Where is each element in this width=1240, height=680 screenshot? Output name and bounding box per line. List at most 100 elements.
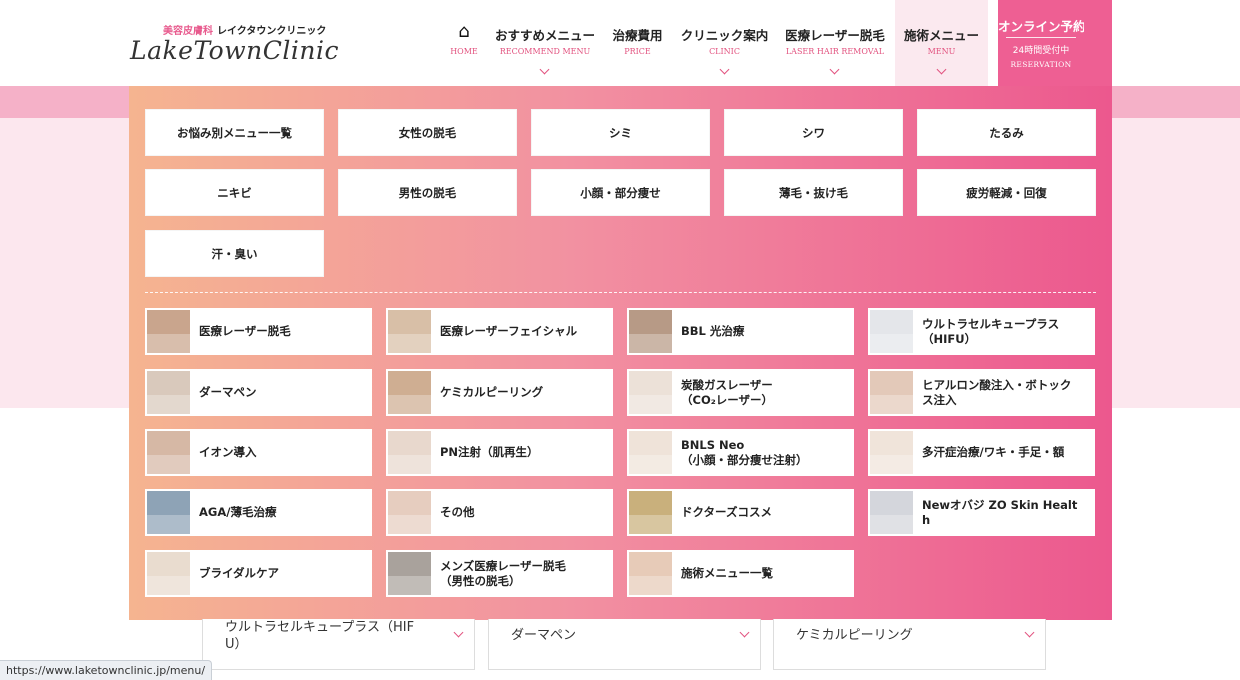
- treatment-label: BBL 光治療: [681, 324, 745, 338]
- category-button[interactable]: たるみ: [917, 109, 1096, 156]
- treatment-label: メンズ医療レーザー脱毛 （男性の脱毛）: [440, 558, 567, 588]
- treatment-card[interactable]: ウルトラセルキュープラス （HIFU）: [868, 308, 1095, 355]
- home-icon: ⌂: [458, 21, 470, 42]
- treatment-card[interactable]: 施術メニュー一覧: [627, 550, 854, 597]
- menu-divider: [145, 292, 1096, 293]
- treatment-card[interactable]: イオン導入: [145, 429, 372, 476]
- treatment-label: Newオバジ ZO Skin Healt h: [922, 497, 1078, 527]
- category-button[interactable]: お悩み別メニュー一覧: [145, 109, 324, 156]
- reservation-divider: [1006, 37, 1076, 38]
- treatment-label: その他: [440, 505, 475, 519]
- treatment-thumbnail: [388, 491, 431, 534]
- treatment-card[interactable]: ヒアルロン酸注入・ボトック ス注入: [868, 369, 1095, 416]
- nav-recommend-menu-en: RECOMMEND MENU: [499, 47, 591, 56]
- category-button[interactable]: ニキビ: [145, 169, 324, 216]
- category-button[interactable]: 汗・臭い: [145, 230, 324, 277]
- treatment-card[interactable]: BNLS Neo （小顔・部分痩せ注射）: [627, 429, 854, 476]
- nav-clinic[interactable]: クリニック案内 CLINIC: [677, 0, 772, 86]
- treatment-label: ブライダルケア: [199, 566, 280, 580]
- category-button[interactable]: シワ: [724, 109, 903, 156]
- treatment-label: AGA/薄毛治療: [199, 505, 277, 519]
- reservation-en: RESERVATION: [1010, 60, 1072, 69]
- nav-recommend-menu-label: おすすめメニュー: [494, 28, 595, 43]
- chevron-down-icon: [1024, 627, 1035, 638]
- section-dropdown-label: ケミカルピーリング: [796, 628, 913, 643]
- section-dropdown[interactable]: ウルトラセルキュープラス（HIF U）: [202, 619, 475, 670]
- category-button[interactable]: 男性の脱毛: [338, 169, 517, 216]
- chevron-down-icon: [936, 64, 946, 75]
- logo-subtitle[interactable]: 美容皮膚科 レイクタウンクリニック: [163, 22, 326, 37]
- treatment-thumbnail: [147, 552, 190, 595]
- treatment-card[interactable]: PN注射（肌再生）: [386, 429, 613, 476]
- page: 美容皮膚科 レイクタウンクリニック LakeTownClinic ⌂ HOME お…: [0, 0, 1240, 680]
- category-button[interactable]: 薄毛・抜け毛: [724, 169, 903, 216]
- nav-price-en: PRICE: [624, 47, 651, 56]
- nav-menu[interactable]: 施術メニュー MENU: [895, 0, 988, 86]
- treatment-thumbnail: [147, 310, 190, 353]
- chevron-down-icon: [453, 627, 464, 638]
- treatment-card[interactable]: メンズ医療レーザー脱毛 （男性の脱毛）: [386, 550, 613, 597]
- category-button[interactable]: シミ: [531, 109, 710, 156]
- nav-clinic-en: CLINIC: [709, 47, 740, 56]
- treatment-label: ケミカルピーリング: [440, 385, 544, 399]
- treatment-card[interactable]: ケミカルピーリング: [386, 369, 613, 416]
- nav-clinic-label: クリニック案内: [680, 28, 769, 43]
- mega-menu: お悩み別メニュー一覧 女性の脱毛 シミ シワ たるみニキビ 男性の脱毛 小顔・部分痩せ 薄毛・…: [129, 86, 1112, 620]
- site-logo[interactable]: LakeTownClinic: [130, 36, 339, 65]
- treatment-label: BNLS Neo （小顔・部分痩せ注射）: [681, 437, 808, 467]
- treatment-card[interactable]: 医療レーザーフェイシャル: [386, 308, 613, 355]
- treatment-thumbnail: [388, 371, 431, 414]
- nav-home-en: HOME: [450, 47, 478, 56]
- section-dropdown-label: ダーマペン: [511, 628, 577, 643]
- treatment-label: イオン導入: [199, 445, 257, 459]
- treatment-thumbnail: [147, 491, 190, 534]
- treatment-card[interactable]: AGA/薄毛治療: [145, 489, 372, 536]
- treatment-thumbnail: [629, 552, 672, 595]
- nav-menu-label: 施術メニュー: [903, 28, 979, 43]
- category-button[interactable]: 女性の脱毛: [338, 109, 517, 156]
- treatment-thumbnail: [629, 431, 672, 474]
- category-button[interactable]: 小顔・部分痩せ: [531, 169, 710, 216]
- treatment-label: 炭酸ガスレーザー （CO₂レーザー）: [681, 377, 774, 407]
- nav-recommend-menu[interactable]: おすすめメニュー RECOMMEND MENU: [493, 0, 597, 86]
- treatment-label: 医療レーザー脱毛: [199, 324, 291, 338]
- treatment-card[interactable]: Newオバジ ZO Skin Healt h: [868, 489, 1095, 536]
- reservation-extension: [1084, 0, 1112, 86]
- status-bar-url: https://www.laketownclinic.jp/menu/: [0, 660, 213, 680]
- treatment-thumbnail: [147, 431, 190, 474]
- category-button[interactable]: 疲労軽減・回復: [917, 169, 1096, 216]
- treatment-thumbnail: [870, 431, 913, 474]
- treatment-card[interactable]: ドクターズコスメ: [627, 489, 854, 536]
- reservation-hours: 24時間受付中: [1012, 46, 1070, 56]
- nav-home[interactable]: ⌂ HOME: [444, 0, 484, 86]
- treatment-thumbnail: [388, 552, 431, 595]
- treatment-card[interactable]: 医療レーザー脱毛: [145, 308, 372, 355]
- treatment-card[interactable]: 炭酸ガスレーザー （CO₂レーザー）: [627, 369, 854, 416]
- section-dropdown[interactable]: ダーマペン: [488, 619, 761, 670]
- site-header: 美容皮膚科 レイクタウンクリニック LakeTownClinic ⌂ HOME お…: [0, 0, 1240, 86]
- treatment-label: 施術メニュー一覧: [681, 566, 773, 580]
- nav-laser-hair-removal[interactable]: 医療レーザー脱毛 LASER HAIR REMOVAL: [781, 0, 889, 86]
- treatment-label: ダーマペン: [199, 385, 257, 399]
- treatment-label: ウルトラセルキュープラス （HIFU）: [922, 316, 1060, 346]
- section-dropdown-label: ウルトラセルキュープラス（HIF U）: [225, 620, 415, 652]
- online-reservation-button[interactable]: オンライン予約 24時間受付中 RESERVATION: [998, 0, 1086, 86]
- treatment-card[interactable]: BBL 光治療: [627, 308, 854, 355]
- treatment-thumbnail: [629, 310, 672, 353]
- treatment-card[interactable]: その他: [386, 489, 613, 536]
- treatment-card[interactable]: ダーマペン: [145, 369, 372, 416]
- treatment-card[interactable]: ブライダルケア: [145, 550, 372, 597]
- treatment-thumbnail: [870, 371, 913, 414]
- treatment-label: 医療レーザーフェイシャル: [440, 324, 578, 338]
- chevron-down-icon: [539, 64, 550, 75]
- nav-price-label: 治療費用: [612, 28, 663, 43]
- treatment-label: 多汗症治療/ワキ・手足・額: [922, 445, 1065, 459]
- section-dropdown[interactable]: ケミカルピーリング: [773, 619, 1046, 670]
- treatment-thumbnail: [147, 371, 190, 414]
- chevron-down-icon: [829, 64, 840, 75]
- nav-price[interactable]: 治療費用 PRICE: [608, 0, 667, 86]
- nav-menu-en: MENU: [927, 47, 956, 56]
- treatment-thumbnail: [870, 491, 913, 534]
- chevron-down-icon: [719, 64, 729, 75]
- treatment-card[interactable]: 多汗症治療/ワキ・手足・額: [868, 429, 1095, 476]
